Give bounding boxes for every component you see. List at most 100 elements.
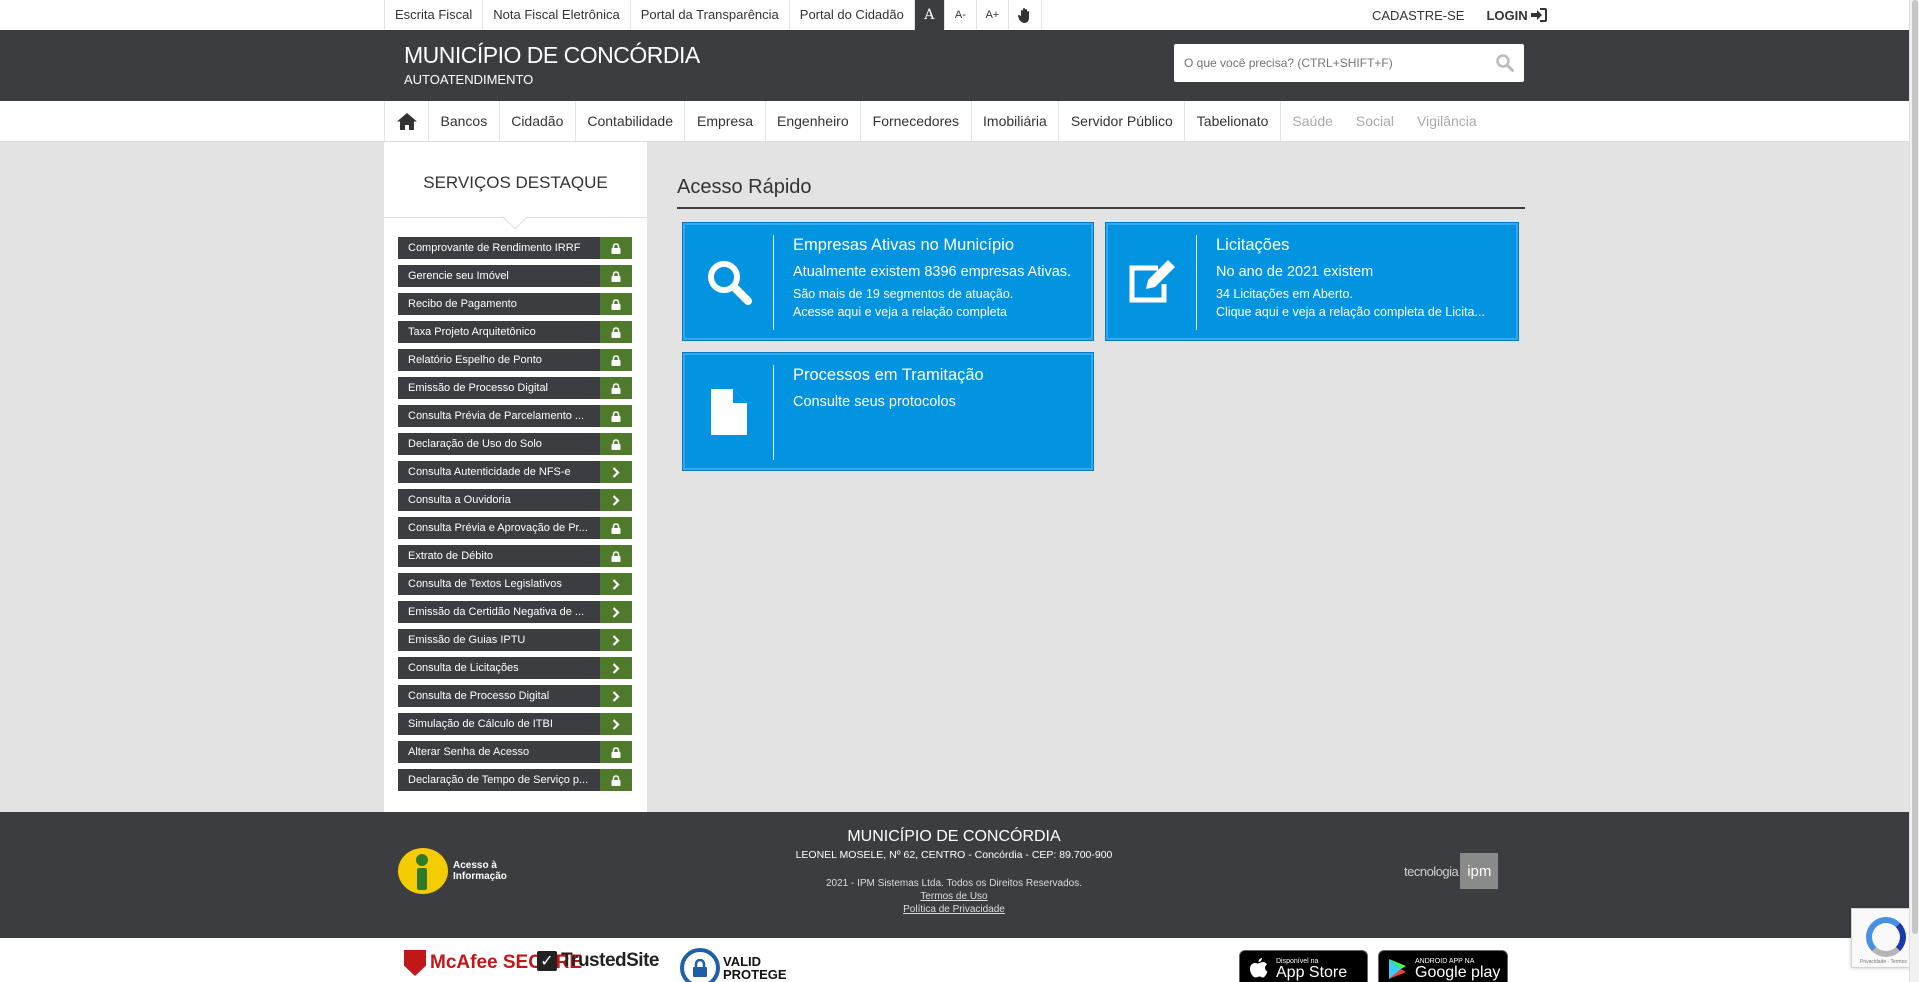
card-line: 34 Licitações em Aberto. <box>1216 287 1353 301</box>
service-item[interactable]: Declaração de Tempo de Serviço p... <box>398 769 632 791</box>
check-icon: ✓ <box>537 951 557 971</box>
lock-icon <box>600 769 632 791</box>
featured-services-sidebar: SERVIÇOS DESTAQUE Comprovante de Rendime… <box>384 142 647 812</box>
google-play-badge[interactable]: ANDROID APP NA Google play <box>1378 950 1508 982</box>
card-processos[interactable]: Processos em Tramitação Consulte seus pr… <box>682 352 1094 471</box>
login-link[interactable]: LOGIN <box>1486 7 1547 23</box>
sidebar-header-arrow <box>502 204 528 230</box>
service-item[interactable]: Consulta Autenticidade de NFS-e <box>398 461 632 483</box>
sidebar-header: SERVIÇOS DESTAQUE <box>384 142 647 230</box>
apple-icon <box>1250 958 1268 978</box>
accessibility-button[interactable] <box>1007 0 1042 30</box>
service-item[interactable]: Consulta Prévia e Aprovação de Pr... <box>398 517 632 539</box>
service-item[interactable]: Emissão da Certidão Negativa de ... <box>398 601 632 623</box>
ipm-logo[interactable]: tecnologia ipm <box>1404 853 1499 889</box>
nav-vigilancia: Vigilância <box>1417 113 1477 129</box>
top-links: Escrita Fiscal Nota Fiscal Eletrônica Po… <box>384 0 1042 30</box>
footer-copyright: 2021 - IPM Sistemas Ltda. Todos os Direi… <box>825 878 1083 889</box>
link-escrita-fiscal[interactable]: Escrita Fiscal <box>384 0 482 30</box>
terms-link[interactable]: Termos de Uso <box>650 891 1258 902</box>
card-title: Licitações <box>1216 236 1290 254</box>
nav-fornecedores[interactable]: Fornecedores <box>861 101 972 141</box>
mcafee-shield-icon <box>404 950 426 976</box>
service-item[interactable]: Simulação de Cálculo de ITBI <box>398 713 632 735</box>
quick-access-title: Acesso Rápido <box>677 176 1525 209</box>
service-item[interactable]: Relatório Espelho de Ponto <box>398 349 632 371</box>
nav-bancos[interactable]: Bancos <box>429 101 500 141</box>
link-nota-fiscal[interactable]: Nota Fiscal Eletrônica <box>482 0 629 30</box>
service-item[interactable]: Emissão de Processo Digital <box>398 377 632 399</box>
search-input[interactable] <box>1174 44 1474 82</box>
service-item[interactable]: Consulta a Ouvidoria <box>398 489 632 511</box>
service-item-label: Declaração de Uso do Solo <box>408 438 542 450</box>
lock-icon <box>600 349 632 371</box>
sidebar-title: SERVIÇOS DESTAQUE <box>423 173 608 192</box>
nav-home[interactable] <box>385 101 429 141</box>
chevron-right-icon <box>600 657 632 679</box>
service-item[interactable]: Emissão de Guias IPTU <box>398 629 632 651</box>
card-empresas-ativas[interactable]: Empresas Ativas no Município Atualmente … <box>682 222 1094 341</box>
font-normal-button[interactable]: A <box>913 0 944 30</box>
gplay-big: Google play <box>1415 963 1501 981</box>
service-item[interactable]: Consulta de Licitações <box>398 657 632 679</box>
nav-imobiliaria[interactable]: Imobiliária <box>972 101 1060 141</box>
service-item[interactable]: Recibo de Pagamento <box>398 293 632 315</box>
site-title[interactable]: MUNICÍPIO DE CONCÓRDIA <box>404 42 700 69</box>
link-portal-cidadao[interactable]: Portal do Cidadão <box>788 0 914 30</box>
nav-servidor-publico[interactable]: Servidor Público <box>1059 101 1186 141</box>
card-licitacoes[interactable]: Licitações No ano de 2021 existem 34 Lic… <box>1105 222 1519 341</box>
chevron-right-icon <box>600 461 632 483</box>
nav-empresa[interactable]: Empresa <box>685 101 766 141</box>
card-lead: Consulte seus protocolos <box>793 394 956 410</box>
site-footer: Acesso à Informação MUNICÍPIO DE CONCÓRD… <box>0 812 1909 938</box>
lock-icon <box>600 741 632 763</box>
nav-tabelionato[interactable]: Tabelionato <box>1185 101 1281 141</box>
service-item-label: Gerencie seu Imóvel <box>408 270 509 282</box>
font-decrease-button[interactable]: A- <box>943 0 976 30</box>
service-item[interactable]: Consulta de Textos Legislativos <box>398 573 632 595</box>
nav-cidadao[interactable]: Cidadão <box>500 101 576 141</box>
service-item-label: Consulta Autenticidade de NFS-e <box>408 466 571 478</box>
nav-engenheiro[interactable]: Engenheiro <box>766 101 862 141</box>
service-item[interactable]: Consulta de Processo Digital <box>398 685 632 707</box>
service-item[interactable]: Consulta Prévia de Parcelamento ... <box>398 405 632 427</box>
service-item-label: Consulta de Processo Digital <box>408 690 550 702</box>
valid-badge[interactable]: VALID PROTEGE <box>680 948 787 982</box>
valid-line2: PROTEGE <box>723 967 787 982</box>
access-info-logo[interactable]: Acesso à Informação <box>398 848 513 894</box>
lock-icon <box>600 321 632 343</box>
ipm-label: ipm <box>1460 853 1499 889</box>
chevron-right-icon <box>600 713 632 735</box>
service-item-label: Extrato de Débito <box>408 550 493 562</box>
app-store-badge[interactable]: Disponível na App Store <box>1239 950 1368 982</box>
trustedsite-badge[interactable]: ✓ TrustedSite <box>537 950 659 972</box>
link-portal-transparencia[interactable]: Portal da Transparência <box>629 0 789 30</box>
search-icon[interactable] <box>1496 54 1514 72</box>
service-item[interactable]: Extrato de Débito <box>398 545 632 567</box>
register-link[interactable]: CADASTRE-SE <box>1372 8 1464 23</box>
trustedsite-label: TrustedSite <box>561 950 659 971</box>
chevron-right-icon <box>600 489 632 511</box>
card-lead: Atualmente existem 8396 empresas Ativas. <box>793 264 1072 280</box>
privacy-link[interactable]: Política de Privacidade <box>650 904 1258 915</box>
service-item-label: Comprovante de Rendimento IRRF <box>408 242 581 254</box>
service-item-label: Simulação de Cálculo de ITBI <box>408 718 553 730</box>
nav-contabilidade[interactable]: Contabilidade <box>576 101 686 141</box>
lock-icon <box>600 405 632 427</box>
font-increase-button[interactable]: A+ <box>975 0 1008 30</box>
site-header: MUNICÍPIO DE CONCÓRDIA AUTOATENDIMENTO <box>0 30 1909 101</box>
footer-address: LEONEL MOSELE, Nº 62, CENTRO - Concórdia… <box>795 849 1113 861</box>
footer-title: MUNICÍPIO DE CONCÓRDIA <box>847 828 1061 845</box>
page-scrollbar[interactable] <box>1909 0 1919 982</box>
service-item[interactable]: Gerencie seu Imóvel <box>398 265 632 287</box>
service-item[interactable]: Taxa Projeto Arquitetônico <box>398 321 632 343</box>
info-icon <box>398 848 448 894</box>
site-subtitle: AUTOATENDIMENTO <box>404 72 534 87</box>
chevron-right-icon <box>600 573 632 595</box>
login-label: LOGIN <box>1486 7 1528 23</box>
scrollbar-thumb[interactable] <box>1912 0 1918 934</box>
trust-badges-bar: McAfee SECURE ✓ TrustedSite VALID PROTEGE… <box>0 938 1909 982</box>
service-item[interactable]: Declaração de Uso do Solo <box>398 433 632 455</box>
service-item[interactable]: Comprovante de Rendimento IRRF <box>398 237 632 259</box>
service-item[interactable]: Alterar Senha de Acesso <box>398 741 632 763</box>
